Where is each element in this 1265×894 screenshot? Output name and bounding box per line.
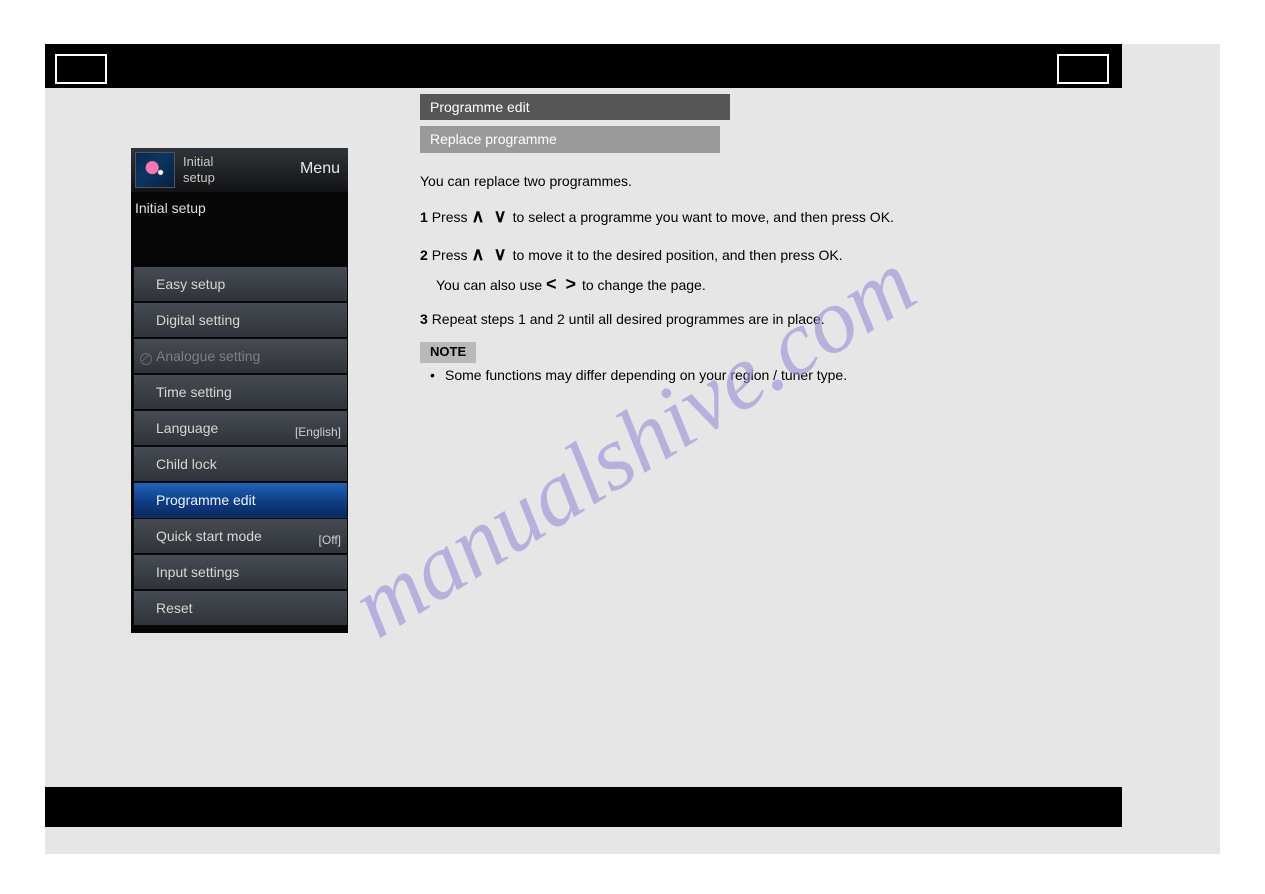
note-text: Some functions may differ depending on y… xyxy=(420,365,1100,385)
osd-item-label: Input settings xyxy=(156,564,239,580)
step3-text: Repeat steps 1 and 2 until all desired p… xyxy=(432,311,825,327)
osd-item-label: Language xyxy=(156,420,218,436)
osd-item-easy-setup[interactable]: Easy setup xyxy=(133,266,348,302)
osd-item-value: [Off] xyxy=(319,529,341,551)
osd-title-line2: setup xyxy=(183,170,215,185)
osd-item-label: Time setting xyxy=(156,384,232,400)
osd-title-line1: Initial xyxy=(183,154,213,169)
step1-b: to select a programme you want to move, … xyxy=(513,209,894,225)
left-right-icon: < > xyxy=(546,274,578,294)
footer-left: Menu operation xyxy=(59,799,142,813)
step-1: 1 Press ∧ ∨ to select a programme you wa… xyxy=(420,203,1100,229)
osd-item-input-settings[interactable]: Input settings xyxy=(133,554,348,590)
step2-b: to move it to the desired position, and … xyxy=(513,247,843,263)
heading-programme-edit: Programme edit xyxy=(420,94,730,120)
alt-a: You can also use xyxy=(436,277,546,293)
osd-breadcrumb: Initial setup xyxy=(183,154,215,186)
osd-item-child-lock[interactable]: Child lock xyxy=(133,446,348,482)
up-down-icon: ∧ ∨ xyxy=(471,244,508,264)
osd-menu-label: Menu xyxy=(300,160,340,178)
osd-header: Initial setup Menu xyxy=(131,148,348,192)
osd-item-programme-edit[interactable]: Programme edit xyxy=(133,482,348,518)
osd-item-label: Easy setup xyxy=(156,276,225,292)
osd-item-label: Digital setting xyxy=(156,312,240,328)
footer-right: Initial setup xyxy=(1047,799,1108,813)
osd-item-label: Reset xyxy=(156,600,193,616)
intro-text: You can replace two programmes. xyxy=(420,171,1100,191)
osd-logo-icon xyxy=(135,152,175,188)
page-footer-bar: Menu operation Initial setup xyxy=(45,787,1122,827)
instruction-body: Programme edit Replace programme You can… xyxy=(420,94,1100,386)
osd-menu-screenshot: Initial setup Menu Initial setup Easy se… xyxy=(131,148,348,633)
page-number-left: 44 xyxy=(55,54,107,84)
up-down-icon: ∧ ∨ xyxy=(471,206,508,226)
heading-replace-programme: Replace programme xyxy=(420,126,720,152)
osd-section-title: Initial setup xyxy=(131,192,348,242)
osd-item-label: Quick start mode xyxy=(156,528,262,544)
osd-item-digital-setting[interactable]: Digital setting xyxy=(133,302,348,338)
osd-item-label: Programme edit xyxy=(156,492,256,508)
step-2: 2 Press ∧ ∨ to move it to the desired po… xyxy=(420,241,1100,297)
osd-item-time-setting[interactable]: Time setting xyxy=(133,374,348,410)
step1-a: Press xyxy=(432,209,472,225)
step-3: 3 Repeat steps 1 and 2 until all desired… xyxy=(420,309,1100,329)
osd-item-quick-start-mode[interactable]: Quick start mode [Off] xyxy=(133,518,348,554)
step2-a: Press xyxy=(432,247,472,263)
alt-b: to change the page. xyxy=(582,277,706,293)
osd-item-reset[interactable]: Reset xyxy=(133,590,348,626)
osd-item-analogue-setting[interactable]: Analogue setting xyxy=(133,338,348,374)
osd-item-language[interactable]: Language [English] xyxy=(133,410,348,446)
note-heading: NOTE xyxy=(420,342,476,363)
osd-item-value: [English] xyxy=(295,421,341,443)
page-number-right: 44 xyxy=(1057,54,1109,84)
osd-item-label: Analogue setting xyxy=(156,348,260,364)
osd-item-list: Easy setup Digital setting Analogue settin… xyxy=(131,266,348,626)
osd-item-label: Child lock xyxy=(156,456,217,472)
page-header-bar: 44 44 xyxy=(45,44,1122,88)
